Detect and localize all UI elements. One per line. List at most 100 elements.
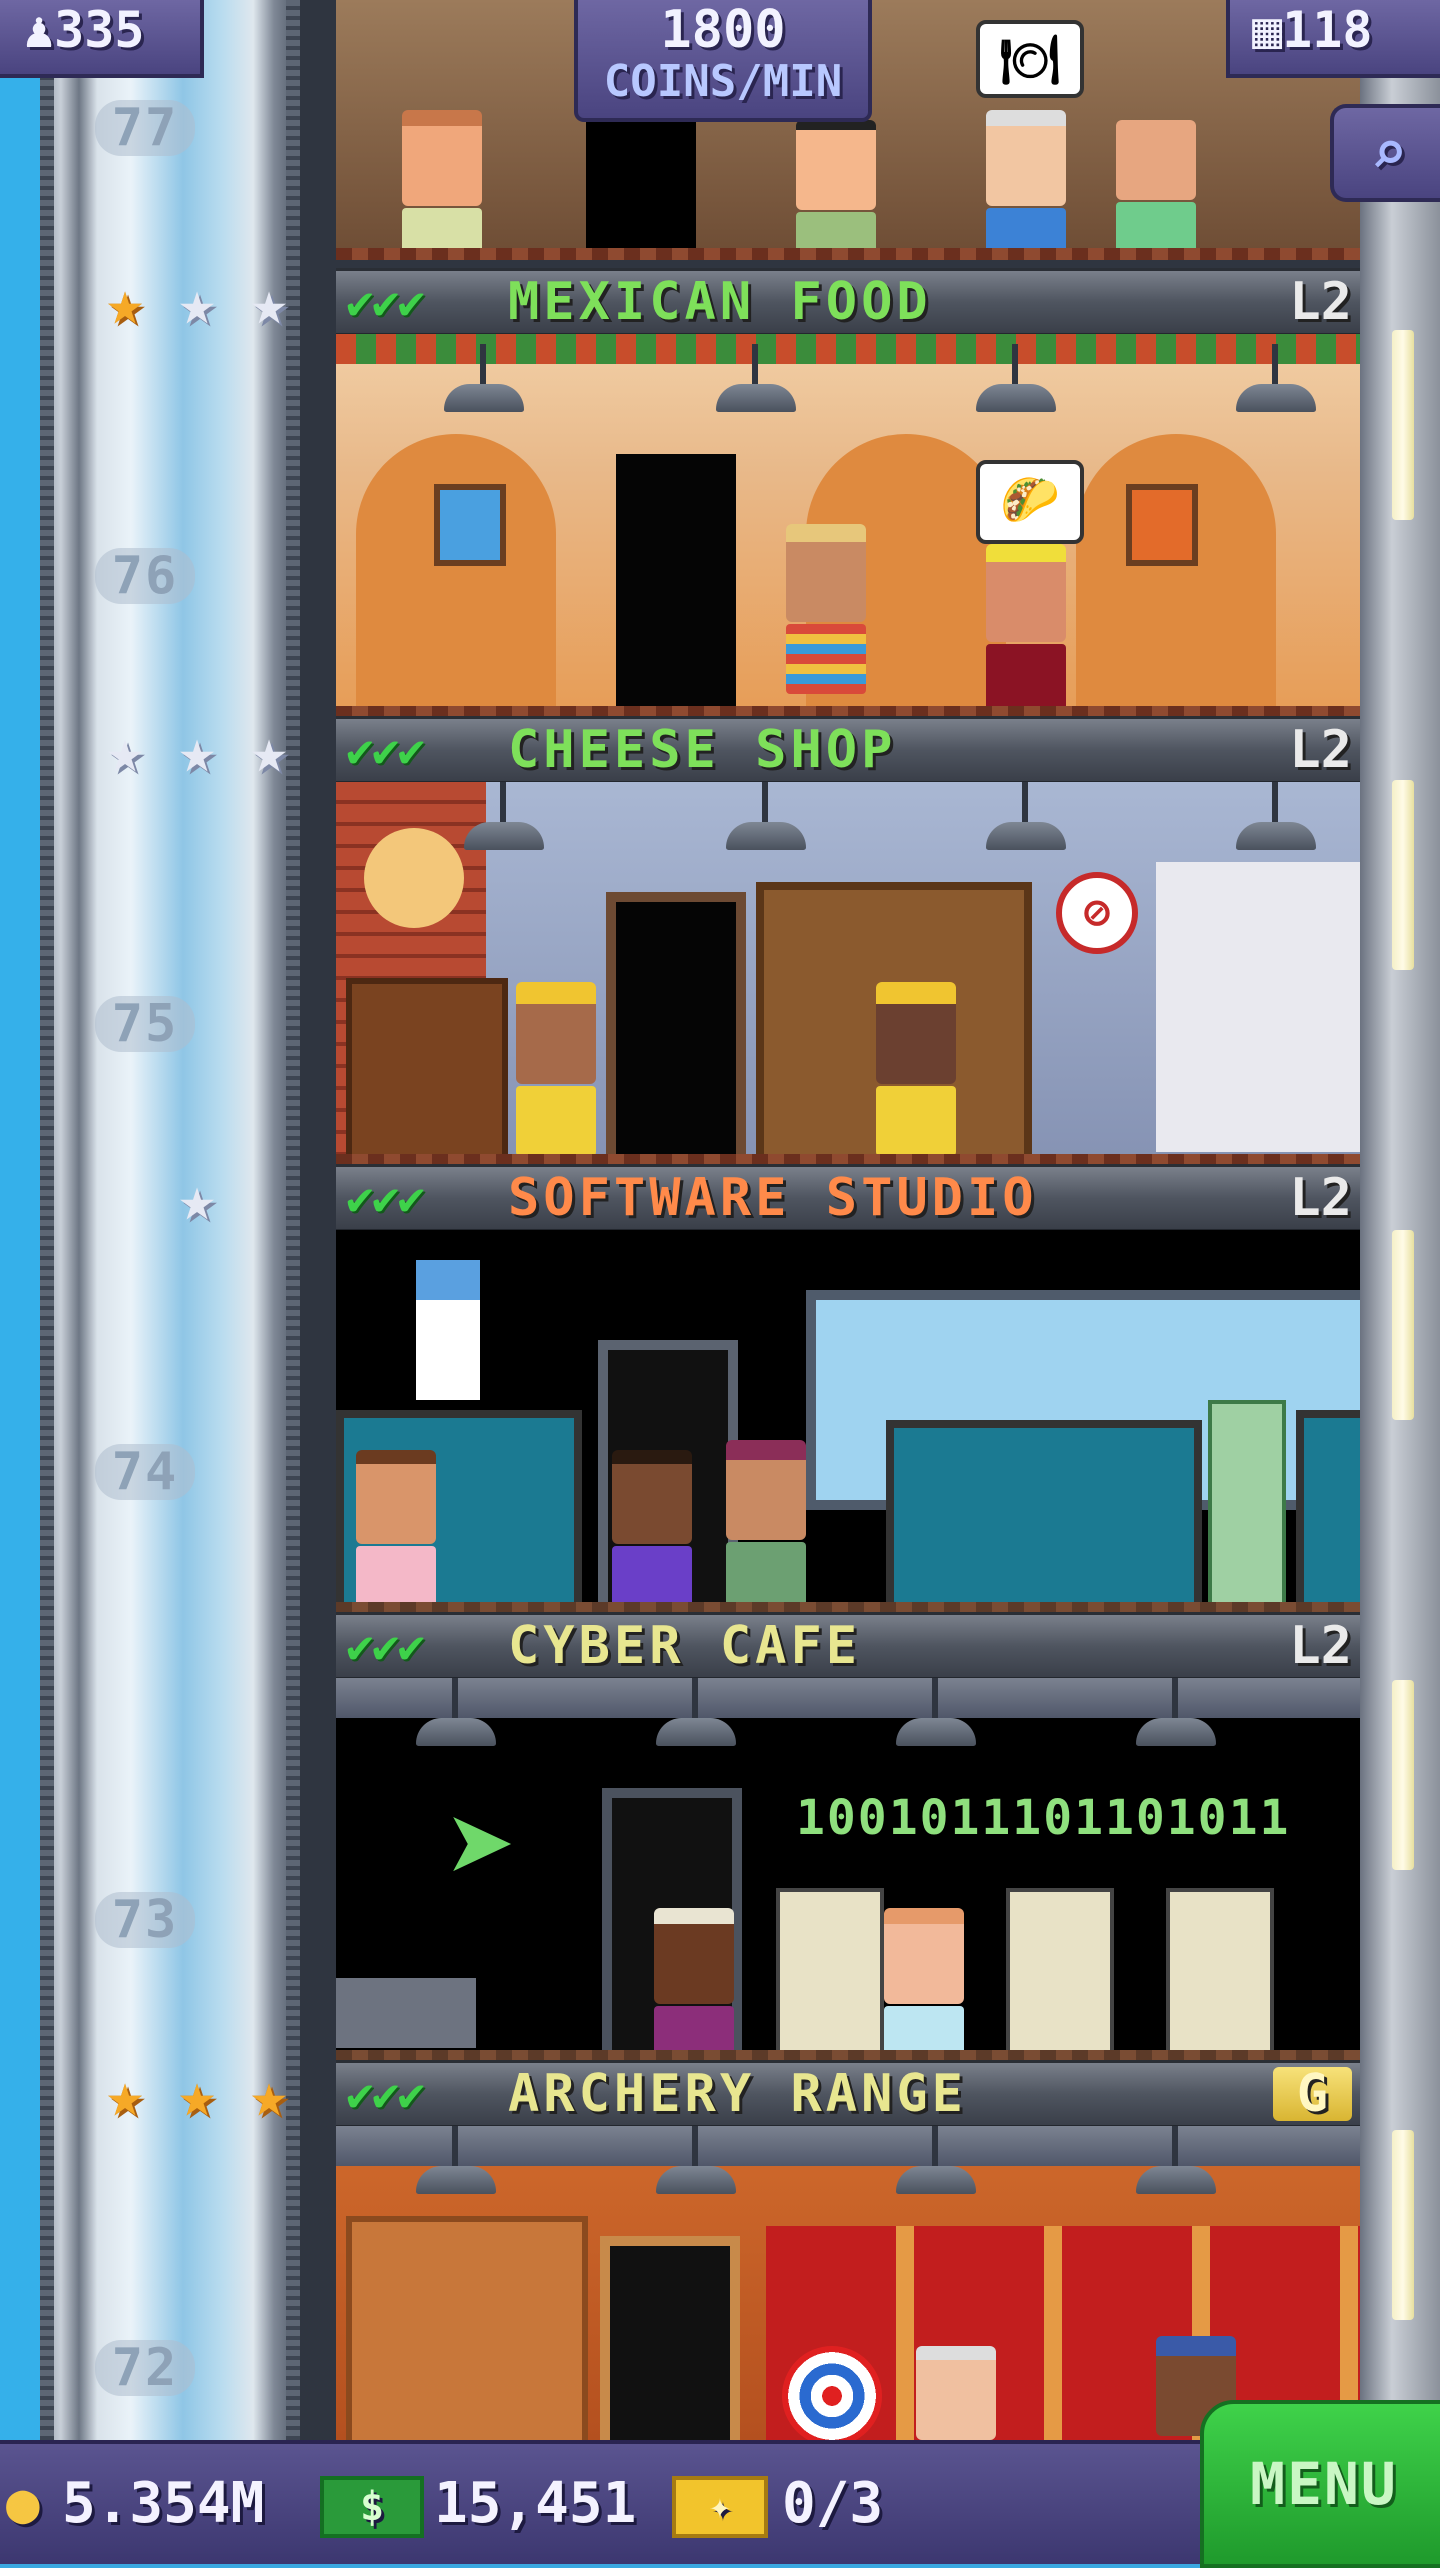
banknote-icon: $ — [320, 2476, 424, 2538]
ceiling-lamp — [416, 1678, 496, 1746]
star-icon: ★ — [178, 1162, 216, 1235]
floor-level: L2 — [1289, 1616, 1352, 1676]
star-icon: ★ — [178, 2058, 216, 2131]
filing-cabinet — [1208, 1400, 1286, 1608]
counter — [336, 1978, 476, 2048]
archery-target — [782, 2346, 882, 2440]
coins-rate-value: 1800 — [660, 0, 786, 60]
floor-level: L2 — [1289, 1168, 1352, 1228]
floor-level: L2 — [1289, 272, 1352, 332]
check-icon: ✔✔✔ — [346, 1619, 425, 1673]
floor-level-badge: G — [1272, 2067, 1352, 2121]
wall-picture — [1126, 484, 1198, 566]
bitizen[interactable] — [786, 524, 866, 694]
floor-banner-mexican-food[interactable]: ✔✔✔ MEXICAN FOOD L2 — [336, 268, 1360, 336]
star-icon: ★ — [250, 2058, 288, 2131]
bitizen[interactable] — [654, 1908, 734, 2064]
ceiling-duct — [336, 2126, 1360, 2166]
cheese-wheel — [364, 828, 464, 928]
ceiling-lamp — [716, 344, 796, 412]
ceiling-lamp — [656, 2126, 736, 2194]
ceiling-lamp — [1236, 344, 1316, 412]
bitizen[interactable] — [726, 1440, 806, 1612]
menu-button[interactable]: MENU — [1200, 2400, 1440, 2568]
population-value: 335 — [54, 1, 145, 59]
floor-banner-cyber-cafe[interactable]: ✔✔✔ CYBER CAFE L2 — [336, 1612, 1360, 1680]
computer-icon — [776, 1888, 884, 2056]
star-icon: ★ — [178, 266, 216, 339]
shaft-floor-number: 72 — [95, 2340, 195, 2396]
decor-banner — [336, 334, 1360, 364]
room-cheese-shop[interactable]: ⊘ — [336, 782, 1360, 1168]
weapon-rack — [346, 2216, 588, 2440]
ceiling-lamp — [1136, 1678, 1216, 1746]
ceiling-duct — [336, 1678, 1360, 1718]
ceiling-lamp — [1236, 782, 1316, 850]
person-icon: ♟ — [24, 1, 55, 59]
no-smoking-icon: ⊘ — [1056, 872, 1138, 954]
star-icon: ★ — [178, 714, 216, 787]
bitizen[interactable] — [516, 982, 596, 1156]
sky-strip — [0, 0, 40, 2440]
magnifier-icon[interactable]: ⌕ — [1330, 104, 1440, 202]
room-door — [616, 454, 736, 710]
ceiling-lamp — [896, 1678, 976, 1746]
check-icon: ✔✔✔ — [346, 2067, 425, 2121]
bitizen[interactable] — [402, 110, 482, 258]
bitizen[interactable] — [986, 110, 1066, 260]
ceiling-lamp — [416, 2126, 496, 2194]
ceiling-lamp — [726, 782, 806, 850]
star-icon: ★ — [250, 714, 288, 787]
coin-icon: ● — [6, 2471, 40, 2536]
floor-name: MEXICAN FOOD — [508, 272, 932, 332]
ceiling-lamp — [1136, 2126, 1216, 2194]
population-counter[interactable]: ♟335 — [0, 0, 204, 78]
speech-bubble-food-icon: 🌮 — [976, 460, 1084, 544]
bitizen[interactable] — [986, 544, 1066, 714]
floor-level: L2 — [1289, 720, 1352, 780]
cheese-counter — [1156, 862, 1360, 1152]
star-icon: ★ — [250, 266, 288, 339]
speech-bubble-plate-icon: 🍽 — [976, 20, 1084, 98]
window-light — [1392, 2130, 1414, 2320]
golden-ticket-icon[interactable]: ✦ — [672, 2476, 768, 2538]
window-light — [1392, 1680, 1414, 1870]
window-light — [1392, 330, 1414, 520]
bitizen[interactable] — [884, 1908, 964, 2064]
coins-value: 5.354M — [62, 2471, 265, 2536]
window-light — [1392, 780, 1414, 970]
floor-name: CYBER CAFE — [508, 1616, 862, 1676]
check-icon: ✔✔✔ — [346, 275, 425, 329]
bitizen[interactable] — [612, 1450, 692, 1616]
floor-name: CHEESE SHOP — [508, 720, 897, 780]
ceiling-lamp — [976, 344, 1056, 412]
bitizen[interactable] — [356, 1450, 436, 1616]
shaft-floor-number: 76 — [95, 548, 195, 604]
window-light — [1392, 1230, 1414, 1420]
room-software-studio[interactable] — [336, 1230, 1360, 1616]
bitizen[interactable] — [1116, 120, 1196, 252]
room-mexican-food[interactable]: 🌮 — [336, 334, 1360, 720]
room-door — [600, 2236, 740, 2440]
check-icon: ✔✔✔ — [346, 1171, 425, 1225]
desk-cubicle — [886, 1420, 1202, 1616]
room-archery-range[interactable] — [336, 2126, 1360, 2440]
shaft-floor-number: 75 — [95, 996, 195, 1052]
floor-banner-cheese-shop[interactable]: ✔✔✔ CHEESE SHOP L2 — [336, 716, 1360, 784]
bitizen[interactable] — [796, 120, 876, 260]
ceiling-lamp — [656, 1678, 736, 1746]
bux-value: 15,451 — [434, 2471, 637, 2536]
room-cyber-cafe[interactable]: ➤ 1001011101101011 — [336, 1678, 1360, 2064]
computer-icon — [1006, 1888, 1114, 2056]
star-icon: ★ — [106, 714, 144, 787]
bitizen[interactable] — [876, 982, 956, 1156]
floor-banner-archery-range[interactable]: ✔✔✔ ARCHERY RANGE G — [336, 2060, 1360, 2128]
calendar-icon — [416, 1260, 480, 1400]
floor-banner-software-studio[interactable]: ✔✔✔ SOFTWARE STUDIO L2 — [336, 1164, 1360, 1232]
ceiling-lamp — [986, 782, 1066, 850]
floor-counter[interactable]: ▦118 — [1226, 0, 1440, 78]
bitizen[interactable] — [916, 2346, 996, 2440]
check-icon: ✔✔✔ — [346, 723, 425, 777]
cursor-icon: ➤ — [446, 1778, 519, 1917]
room-door — [606, 892, 746, 1164]
